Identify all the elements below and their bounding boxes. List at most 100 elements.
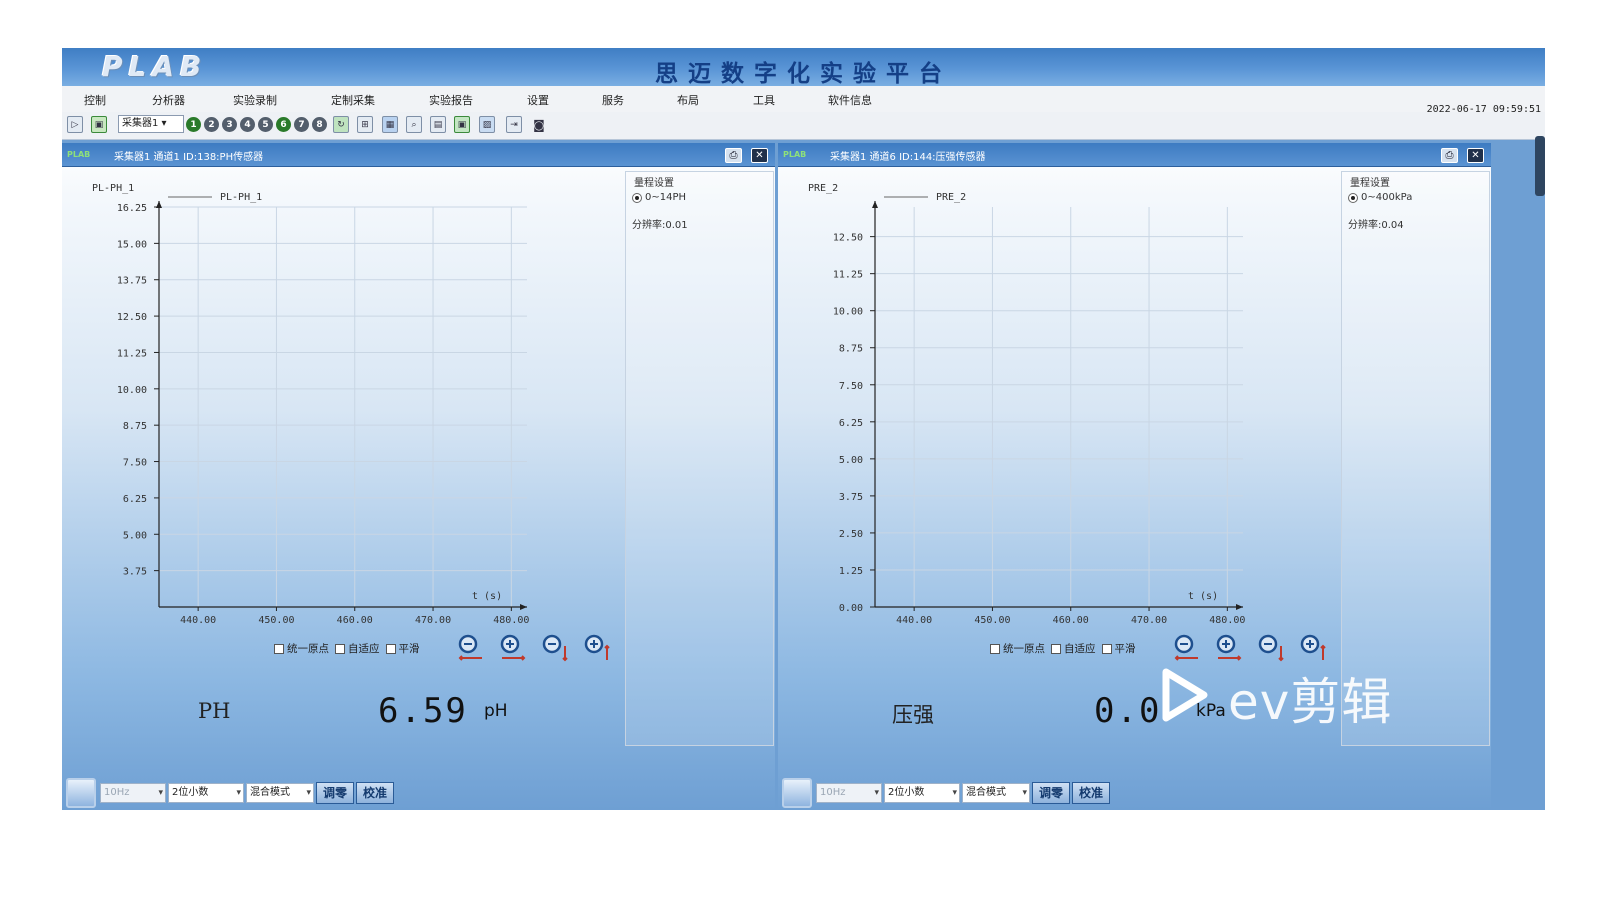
y-tick-label: 1.25 [839,566,863,577]
calibrate-button[interactable]: 校准 [1072,782,1110,804]
readout-name: 压强 [892,703,934,727]
legend-label: PL-PH_1 [220,192,262,203]
y-tick-label: 3.75 [123,567,147,578]
pressure-chart[interactable]: 12.50 11.25 10.00 8.75 7.50 6.25 5.00 3.75 2.50 1… [778,167,1338,637]
chart-options: 统一原点 自适应 平滑 [990,641,1136,656]
app-title: 思迈数字化实验平台 [655,60,952,87]
channel-6-icon[interactable]: 6 [276,117,291,132]
radio-icon[interactable] [1348,192,1358,203]
decimal-select[interactable]: 2位小数 [884,783,960,803]
menu-analyzer[interactable]: 分析器 [152,92,185,108]
y-tick-label: 13.75 [117,276,147,287]
y-axis-arrow [156,201,162,208]
channel-3-icon[interactable]: 3 [222,117,237,132]
close-icon[interactable]: ✕ [1467,148,1484,163]
mode-select[interactable]: 混合模式 [246,783,314,803]
y-tick-label: 5.00 [123,530,147,541]
channel-4-icon[interactable]: 4 [240,117,255,132]
close-icon[interactable]: ✕ [751,148,768,163]
save-icon[interactable]: ⎙ [1441,148,1458,163]
frequency-select[interactable]: 10Hz [816,783,882,803]
zoom-out-vertical-icon[interactable] [540,632,570,662]
smooth-checkbox[interactable]: 平滑 [385,641,420,656]
frequency-select[interactable]: 10Hz [100,783,166,803]
range-option[interactable]: 0~14PH [632,192,686,203]
stop-icon[interactable]: ▷ [67,116,83,133]
chart-icon[interactable]: ▤ [430,116,446,133]
menu-recording[interactable]: 实验录制 [233,92,277,108]
y-tick-label: 11.25 [117,348,147,359]
x-tick-label: 480.00 [1209,615,1245,626]
channel-1-icon[interactable]: 1 [186,117,201,132]
camera-icon[interactable]: ◙ [531,116,547,133]
panel-title-bar: PLAB 采集器1 通道1 ID:138:PH传感器 ⎙ ✕ [62,143,775,167]
menu-layout[interactable]: 布局 [677,92,699,108]
menu-bar: 控制 分析器 实验录制 定制采集 实验报告 设置 服务 布局 工具 软件信息 [62,86,1545,112]
menu-control[interactable]: 控制 [84,92,106,108]
grid-icon[interactable]: ⊞ [357,116,373,133]
scrollbar[interactable] [1535,136,1545,196]
mode-select[interactable]: 混合模式 [962,783,1030,803]
y-tick-label: 6.25 [123,494,147,505]
y-tick-label: 10.00 [117,385,147,396]
search-icon[interactable]: ⌕ [406,116,422,133]
unify-origin-checkbox[interactable]: 统一原点 [990,641,1045,656]
menu-settings[interactable]: 设置 [527,92,549,108]
unify-origin-checkbox[interactable]: 统一原点 [274,641,329,656]
channel-7-icon[interactable]: 7 [294,117,309,132]
x-tick-label: 470.00 [1131,615,1167,626]
calibrate-button[interactable]: 校准 [356,782,394,804]
sensor-panel-pressure: PLAB 采集器1 通道6 ID:144:压强传感器 ⎙ ✕ 12.50 11.2… [778,143,1491,810]
range-settings: 量程设置 0~14PH 分辨率:0.01 [625,171,774,746]
refresh-icon[interactable]: ↻ [333,116,349,133]
zoom-out-horizontal-icon[interactable] [456,632,486,662]
menu-tools[interactable]: 工具 [753,92,775,108]
zoom-in-horizontal-icon[interactable] [1214,632,1244,662]
channel-8-icon[interactable]: 8 [312,117,327,132]
decimal-select[interactable]: 2位小数 [168,783,244,803]
y-tick-label: 3.75 [839,492,863,503]
y-tick-label: 7.50 [839,381,863,392]
y-tick-label: 10.00 [833,307,863,318]
zoom-in-horizontal-icon[interactable] [498,632,528,662]
channel-5-icon[interactable]: 5 [258,117,273,132]
zero-button[interactable]: 调零 [1032,782,1070,804]
zoom-out-horizontal-icon[interactable] [1172,632,1202,662]
zoom-in-vertical-icon[interactable] [582,632,612,662]
zoom-in-vertical-icon[interactable] [1298,632,1328,662]
y-tick-label: 11.25 [833,270,863,281]
x-axis-arrow [520,604,527,610]
export-icon[interactable]: ⇥ [506,116,522,133]
y-tick-label: 16.25 [117,203,147,214]
smooth-checkbox[interactable]: 平滑 [1101,641,1136,656]
chart-options: 统一原点 自适应 平滑 [274,641,420,656]
y-tick-label: 7.50 [123,458,147,469]
radio-icon[interactable] [632,192,642,203]
range-option[interactable]: 0~400kPa [1348,192,1412,203]
image-icon[interactable]: ▨ [479,116,495,133]
menu-custom-collect[interactable]: 定制采集 [331,92,375,108]
panel-menu-icon[interactable] [782,778,812,808]
table-icon[interactable]: ▦ [382,116,398,133]
legend-label: PRE_2 [936,192,966,203]
ph-chart[interactable]: 16.25 15.00 13.75 12.50 11.25 10.00 8.75 7.50 6.… [62,167,622,637]
menu-software-info[interactable]: 软件信息 [828,92,872,108]
x-tick-label: 450.00 [974,615,1010,626]
readout-value: 0.0 [1094,691,1162,731]
record-icon[interactable]: ▣ [454,116,470,133]
panel-bottom-bar: 10Hz 2位小数 混合模式 调零 校准 [778,776,1491,810]
panel-menu-icon[interactable] [66,778,96,808]
zero-button[interactable]: 调零 [316,782,354,804]
channel-2-icon[interactable]: 2 [204,117,219,132]
adaptive-checkbox[interactable]: 自适应 [335,641,380,656]
y-tick-label: 6.25 [839,418,863,429]
adaptive-checkbox[interactable]: 自适应 [1051,641,1096,656]
save-icon[interactable]: ⎙ [725,148,742,163]
collector-select[interactable]: 采集器1 ▾ [118,115,184,133]
start-icon[interactable]: ▣ [91,116,107,133]
menu-report[interactable]: 实验报告 [429,92,473,108]
range-title: 量程设置 [1350,178,1390,189]
panel-mini-logo: PLAB [783,150,807,159]
menu-service[interactable]: 服务 [602,92,624,108]
zoom-out-vertical-icon[interactable] [1256,632,1286,662]
